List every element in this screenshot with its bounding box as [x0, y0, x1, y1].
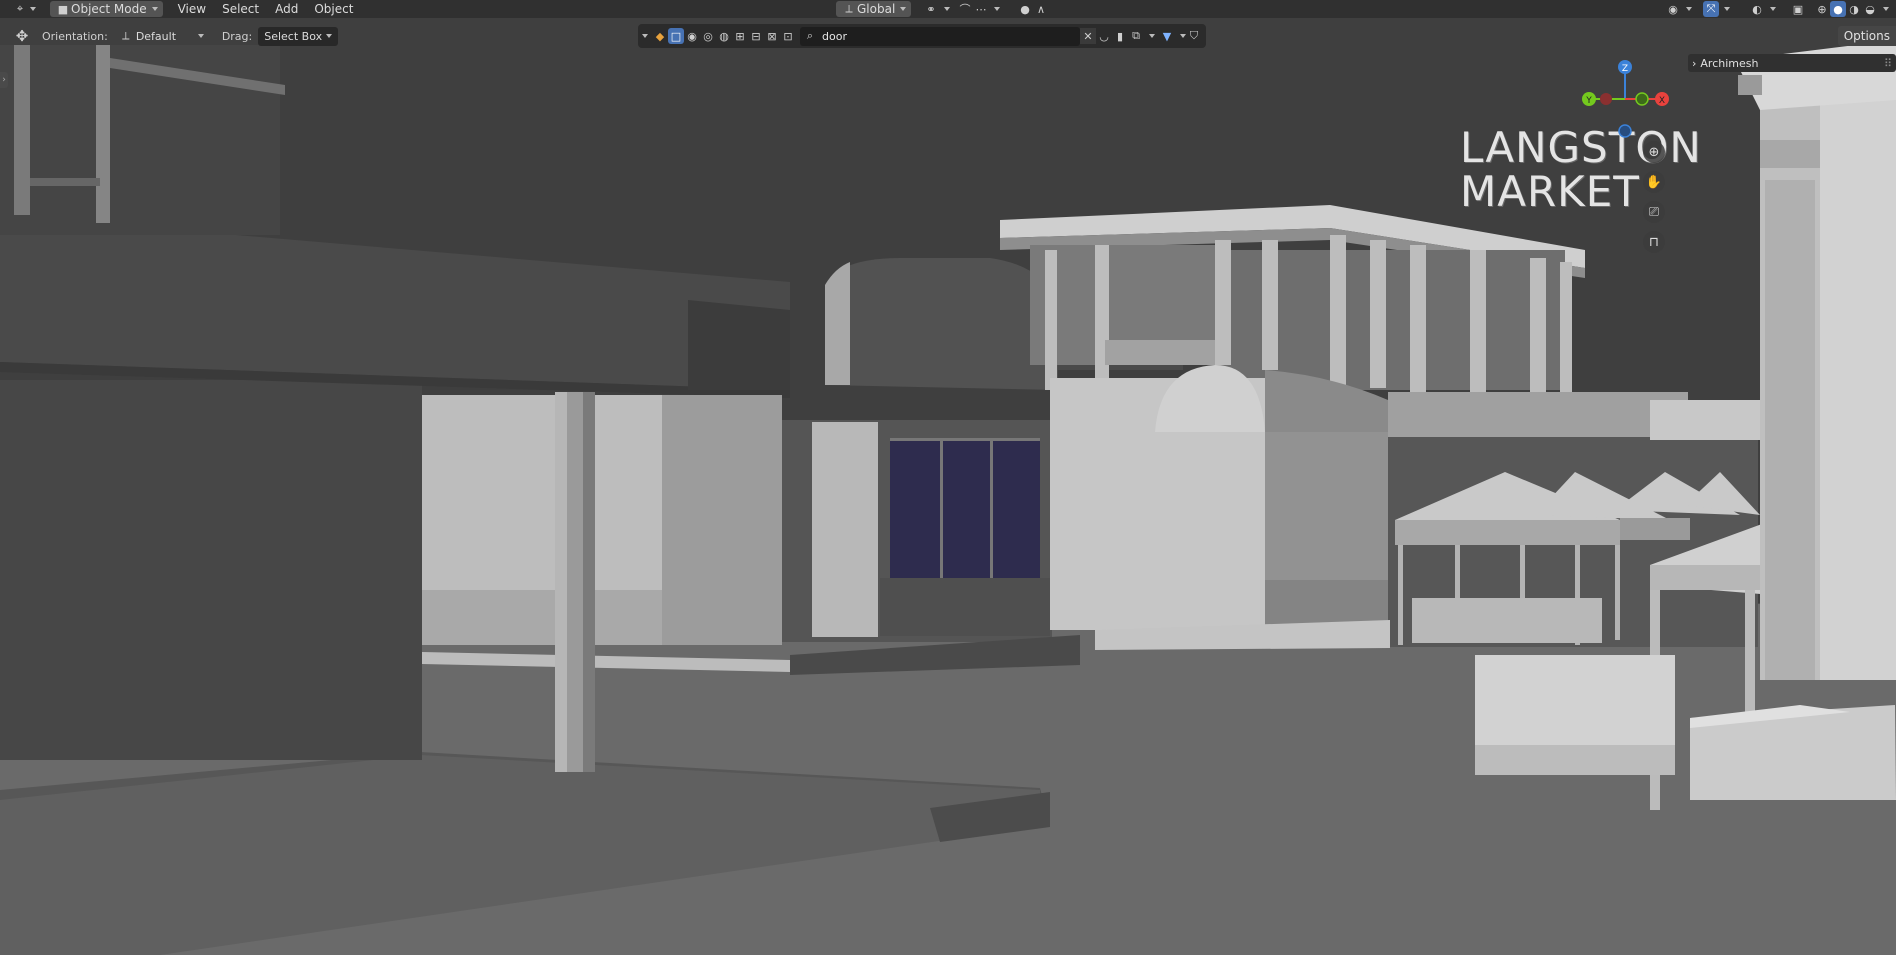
restrict-viewport-icon[interactable]: ◉	[684, 28, 700, 44]
shading-solid-icon[interactable]: ●	[1830, 1, 1846, 17]
filter-children-icon[interactable]: ⊡	[780, 28, 796, 44]
viewport-header: ⌖ ■ Object Mode View Select Add Object ⟂…	[0, 0, 1896, 18]
snap-controls[interactable]: ⌒ ⋯	[952, 1, 1005, 17]
axis-neg-z-icon[interactable]	[1618, 124, 1632, 138]
restrict-camera-icon[interactable]: ◍	[716, 28, 732, 44]
search-value: door	[822, 29, 847, 43]
snap-icon: ⌒	[959, 3, 971, 16]
transform-orientation-label: Global	[857, 2, 896, 16]
drag-value: Select Box	[264, 29, 323, 43]
orientation-dropdown[interactable]: ⟂ Default	[114, 27, 210, 46]
axis-neg-y-icon[interactable]	[1635, 92, 1649, 106]
npanel-tab-label: Archimesh	[1700, 56, 1759, 70]
axis-z-label: Z	[1622, 64, 1628, 74]
drag-handle-icon[interactable]: ⠿	[1884, 57, 1892, 70]
proportional-edit[interactable]: ● ∧	[1012, 1, 1054, 17]
sign-line-2: MARKET	[1460, 167, 1640, 216]
overlay-icon: ◐	[1752, 2, 1762, 16]
transform-orientation-selector[interactable]: ⟂ Global	[836, 1, 912, 17]
chevron-down-icon[interactable]	[1883, 7, 1889, 11]
axis-neg-x-icon[interactable]	[1600, 93, 1612, 105]
filter-mesh-icon[interactable]: ⊞	[732, 28, 748, 44]
search-input[interactable]: ⌕ door	[800, 26, 1080, 46]
pivot-icon: ⚭	[926, 2, 936, 16]
outliner-filter-bar: ◆ □ ◉ ◎ ◍ ⊞ ⊟ ⊠ ⊡ ⌕ door ✕ ◡ ▮ ⧉ ▼ ⛉	[638, 24, 1206, 48]
drag-dropdown[interactable]: Select Box	[258, 26, 339, 46]
toolbar-expand-icon[interactable]: ›	[0, 72, 8, 88]
falloff-icon: ∧	[1036, 2, 1046, 16]
shading-material-icon[interactable]: ◑	[1846, 1, 1862, 17]
chevron-down-icon[interactable]	[642, 34, 648, 38]
bookmark-icon[interactable]: ▮	[1112, 28, 1128, 44]
menu-add[interactable]: Add	[270, 1, 303, 17]
overlay-toggle[interactable]: ◐	[1744, 1, 1781, 17]
pivot-selector[interactable]: ⚭	[918, 1, 955, 17]
shield-icon[interactable]: ⛉	[1186, 28, 1202, 44]
chevron-right-icon: ›	[1692, 56, 1697, 70]
visibility-selector[interactable]: ◉	[1660, 1, 1697, 17]
transform-orientation-icon: ⟂	[845, 2, 853, 15]
shading-modes[interactable]: ⊕ ● ◑ ◒	[1814, 1, 1889, 17]
shading-wireframe-icon[interactable]: ⊕	[1814, 1, 1830, 17]
display-mode-icon[interactable]: ⧉	[1128, 28, 1144, 44]
axis-x-label: X	[1659, 96, 1665, 106]
exact-match-icon[interactable]: ◡	[1096, 28, 1112, 44]
scene-icon[interactable]: ◆	[652, 28, 668, 44]
visibility-icon: ◉	[1668, 2, 1678, 16]
filter-other-icon[interactable]: ⊠	[764, 28, 780, 44]
blender-window: LANGSTON MARKET ⌖ ■ Object Mode View Sel…	[0, 0, 1896, 955]
move-tool-icon[interactable]: ✥	[14, 27, 30, 45]
camera-icon[interactable]: ⎚	[1643, 201, 1665, 223]
drag-label: Drag:	[221, 29, 253, 43]
axis-y-label: Y	[1585, 96, 1592, 106]
proportional-edit-icon: ●	[1020, 2, 1030, 16]
filter-icon[interactable]: ▼	[1159, 28, 1175, 44]
editor-type-icon[interactable]: ⌖	[12, 1, 28, 17]
orientation-icon: ⟂	[122, 29, 130, 42]
gizmo-toggle[interactable]: ⤧	[1698, 1, 1735, 17]
navigation-gizmo[interactable]: Z Y X	[1580, 56, 1680, 156]
shading-rendered-icon[interactable]: ◒	[1862, 1, 1878, 17]
options-button[interactable]: Options	[1837, 26, 1896, 46]
object-mode-icon: ■	[57, 2, 69, 16]
chevron-down-icon	[900, 7, 907, 11]
mode-selector[interactable]: ■ Object Mode	[50, 1, 163, 17]
select-object-icon[interactable]: □	[668, 28, 684, 44]
menu-select[interactable]: Select	[217, 1, 264, 17]
clear-icon[interactable]: ✕	[1080, 28, 1096, 44]
restrict-render-icon[interactable]: ◎	[700, 28, 716, 44]
gizmo-icon: ⤧	[1703, 1, 1719, 17]
menu-object[interactable]: Object	[309, 1, 358, 17]
mode-label: Object Mode	[71, 2, 147, 16]
hand-icon[interactable]: ✋	[1643, 171, 1665, 193]
search-icon: ⌕	[806, 29, 814, 42]
lock-icon[interactable]: ⊓	[1643, 231, 1665, 253]
npanel-archimesh[interactable]: › Archimesh ⠿	[1688, 54, 1896, 72]
chevron-down-icon	[151, 7, 158, 11]
menu-view[interactable]: View	[173, 1, 211, 17]
orientation-value: Default	[135, 29, 177, 43]
snap-target-icon: ⋯	[975, 2, 987, 16]
chevron-down-icon	[30, 7, 36, 11]
orientation-label: Orientation:	[42, 29, 108, 43]
filter-light-icon[interactable]: ⊟	[748, 28, 764, 44]
zoom-icon[interactable]: ⊕	[1643, 141, 1665, 163]
xray-icon[interactable]: ▣	[1790, 1, 1806, 17]
